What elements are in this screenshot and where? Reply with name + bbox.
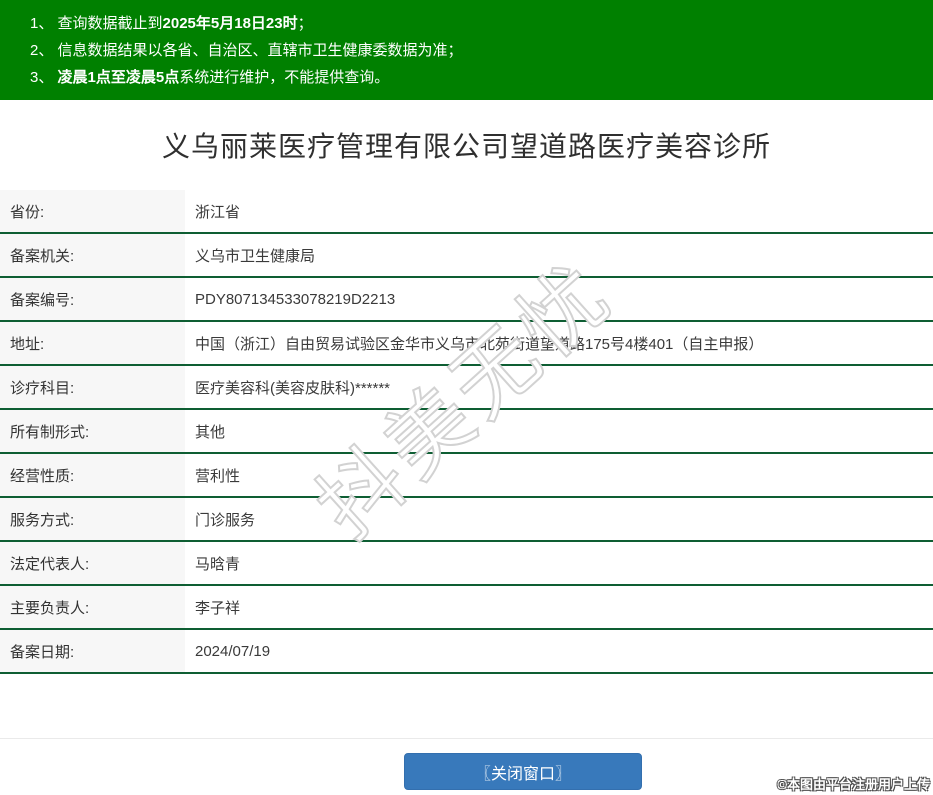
notice-3-suffix: 系统进行维护，不能提供查询。 xyxy=(179,69,390,86)
row-value: 李子祥 xyxy=(195,599,241,617)
table-row: 备案机关: 义乌市卫生健康局 xyxy=(0,234,933,278)
notice-banner: 1、 查询数据截止到2025年5月18日23时； 2、 信息数据结果以各省、自治… xyxy=(0,0,933,100)
banner-notice-1: 1、 查询数据截止到2025年5月18日23时； xyxy=(30,10,923,37)
footer-divider xyxy=(0,738,933,739)
row-value: 马晗青 xyxy=(195,555,241,573)
row-label: 所有制形式: xyxy=(0,410,185,452)
table-row: 地址: 中国（浙江）自由贸易试验区金华市义乌市北苑街道望道路175号4楼401（… xyxy=(0,322,933,366)
row-value: 中国（浙江）自由贸易试验区金华市义乌市北苑街道望道路175号4楼401（自主申报… xyxy=(195,335,764,353)
page-title: 义乌丽莱医疗管理有限公司望道路医疗美容诊所 xyxy=(161,131,771,162)
title-section: 义乌丽莱医疗管理有限公司望道路医疗美容诊所 xyxy=(0,100,933,190)
notice-3-prefix: 3、 xyxy=(30,69,58,86)
banner-notice-3: 3、 凌晨1点至凌晨5点系统进行维护，不能提供查询。 xyxy=(30,64,923,91)
row-label: 备案机关: xyxy=(0,234,185,276)
row-value: PDY807134533078219D2213 xyxy=(195,290,396,308)
table-row: 法定代表人: 马晗青 xyxy=(0,542,933,586)
row-label: 法定代表人: xyxy=(0,542,185,584)
row-label: 省份: xyxy=(0,190,185,232)
table-row: 经营性质: 营利性 xyxy=(0,454,933,498)
row-value: 义乌市卫生健康局 xyxy=(195,247,316,265)
notice-3-bold: 凌晨1点至凌晨5点 xyxy=(57,69,180,86)
row-value: 浙江省 xyxy=(195,203,241,221)
row-value: 营利性 xyxy=(195,467,241,485)
table-row: 备案日期: 2024/07/19 xyxy=(0,630,933,674)
row-label: 备案编号: xyxy=(0,278,185,320)
row-label: 经营性质: xyxy=(0,454,185,496)
table-row: 主要负责人: 李子祥 xyxy=(0,586,933,630)
row-label: 服务方式: xyxy=(0,498,185,540)
row-value: 医疗美容科(美容皮肤科)****** xyxy=(195,379,391,397)
notice-1-suffix: ； xyxy=(297,15,313,32)
table-row: 所有制形式: 其他 xyxy=(0,410,933,454)
notice-1-bold: 2025年5月18日23时 xyxy=(162,15,298,32)
table-row: 服务方式: 门诊服务 xyxy=(0,498,933,542)
notice-1-prefix: 1、 查询数据截止到 xyxy=(30,15,163,32)
table-row: 备案编号: PDY807134533078219D2213 xyxy=(0,278,933,322)
row-value: 门诊服务 xyxy=(195,511,256,529)
banner-notice-2: 2、 信息数据结果以各省、自治区、直辖市卫生健康委数据为准； xyxy=(30,37,923,64)
table-row: 省份: 浙江省 xyxy=(0,190,933,234)
row-value: 2024/07/19 xyxy=(195,642,271,660)
row-label: 地址: xyxy=(0,322,185,364)
info-table: 省份: 浙江省 备案机关: 义乌市卫生健康局 备案编号: PDY80713453… xyxy=(0,190,933,674)
credit-stamp: ©本图由平台注册用户上传 xyxy=(777,777,930,792)
close-window-button[interactable]: 〖关闭窗口〗 xyxy=(404,753,642,790)
row-label: 主要负责人: xyxy=(0,586,185,628)
row-label: 诊疗科目: xyxy=(0,366,185,408)
row-label: 备案日期: xyxy=(0,630,185,672)
query-result-page: 1、 查询数据截止到2025年5月18日23时； 2、 信息数据结果以各省、自治… xyxy=(0,0,933,795)
row-value: 其他 xyxy=(195,423,226,441)
table-row: 诊疗科目: 医疗美容科(美容皮肤科)****** xyxy=(0,366,933,410)
notice-2-prefix: 2、 信息数据结果以各省、自治区、直辖市卫生健康委数据为准； xyxy=(30,42,463,59)
